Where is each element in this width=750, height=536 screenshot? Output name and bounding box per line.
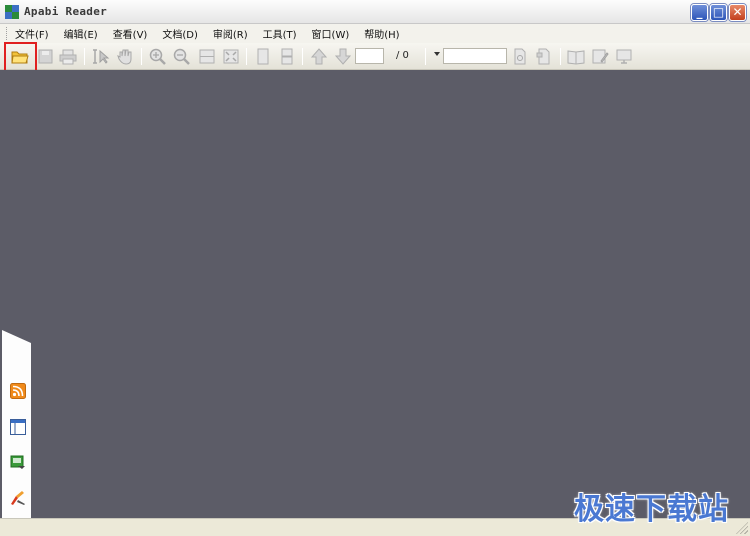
toolbar-separator — [246, 48, 247, 65]
close-button[interactable]: ✕ — [729, 4, 746, 21]
maximize-button[interactable]: □ — [710, 4, 727, 21]
close-icon: ✕ — [732, 5, 743, 19]
zoom-out-button[interactable] — [172, 47, 192, 66]
page-number-input[interactable] — [355, 48, 384, 64]
open-book-icon — [567, 50, 585, 65]
ebook-device-icon — [10, 455, 25, 469]
menu-window[interactable]: 窗口(W) — [312, 26, 350, 41]
watermark-logo: 极速下载站 — [574, 492, 729, 527]
find-page-icon — [514, 48, 526, 65]
toolbar-separator — [425, 48, 426, 65]
annotate-button[interactable] — [590, 47, 610, 66]
floppy-disk-icon — [38, 49, 53, 64]
single-page-button[interactable] — [253, 47, 273, 66]
rss-feed-button[interactable] — [10, 383, 26, 399]
toolbar: / 0 — [0, 43, 750, 70]
previous-page-button[interactable] — [309, 47, 329, 66]
continuous-page-icon — [281, 48, 293, 65]
zoom-in-icon — [149, 48, 166, 65]
menu-review[interactable]: 审阅(R) — [213, 26, 248, 41]
find-previous-button[interactable] — [534, 47, 554, 66]
zoom-out-icon — [173, 48, 190, 65]
window-layout-icon — [10, 419, 26, 435]
zoom-in-button[interactable] — [148, 47, 168, 66]
toolbar-separator — [84, 48, 85, 65]
reader-tool-button[interactable] — [10, 490, 26, 506]
zoom-level-input[interactable] — [443, 48, 507, 64]
minimize-icon: _ — [696, 5, 703, 19]
resize-grip-icon[interactable] — [736, 522, 748, 534]
side-panel — [2, 343, 31, 519]
find-next-button[interactable] — [510, 47, 530, 66]
save-button[interactable] — [36, 47, 56, 66]
menu-help[interactable]: 帮助(H) — [364, 26, 399, 41]
layout-panel-button[interactable] — [10, 419, 26, 435]
toolbar-separator — [560, 48, 561, 65]
monitor-icon — [616, 49, 632, 64]
menu-grip — [6, 27, 9, 40]
menu-tools[interactable]: 工具(T) — [263, 26, 297, 41]
continuous-page-button[interactable] — [277, 47, 297, 66]
arrow-down-icon — [334, 48, 352, 65]
menu-bar: 文件(F) 编辑(E) 查看(V) 文档(D) 审阅(R) 工具(T) 窗口(W… — [0, 24, 750, 43]
app-logo-icon — [5, 4, 19, 19]
find-page-back-icon — [536, 48, 550, 65]
hand-icon — [117, 49, 132, 65]
window-title: Apabi Reader — [24, 5, 108, 18]
text-cursor-icon — [93, 49, 110, 64]
print-button[interactable] — [58, 47, 78, 66]
toolbar-separator — [302, 48, 303, 65]
book-view-button[interactable] — [566, 47, 586, 66]
minimize-button[interactable]: _ — [691, 4, 708, 21]
menu-view[interactable]: 查看(V) — [113, 26, 148, 41]
fit-page-icon — [223, 49, 239, 64]
chevron-down-icon[interactable] — [434, 52, 440, 56]
maximize-icon: □ — [712, 5, 725, 19]
pen-tools-icon — [11, 491, 25, 505]
document-workspace — [0, 70, 750, 518]
note-edit-icon — [592, 49, 609, 64]
toolbar-separator — [141, 48, 142, 65]
hand-tool-button[interactable] — [115, 47, 135, 66]
fit-width-button[interactable] — [197, 47, 217, 66]
arrow-up-icon — [310, 48, 328, 65]
next-page-button[interactable] — [333, 47, 353, 66]
single-page-icon — [257, 48, 269, 65]
fit-page-button[interactable] — [221, 47, 241, 66]
menu-edit[interactable]: 编辑(E) — [64, 26, 98, 41]
fit-width-icon — [199, 49, 215, 64]
menu-file[interactable]: 文件(F) — [15, 26, 49, 41]
printer-icon — [59, 49, 77, 65]
page-total: / 0 — [396, 50, 409, 61]
rss-icon — [10, 383, 26, 399]
select-text-button[interactable] — [91, 47, 111, 66]
title-bar: Apabi Reader _ □ ✕ — [0, 0, 750, 24]
fullscreen-button[interactable] — [614, 47, 634, 66]
menu-document[interactable]: 文档(D) — [162, 26, 198, 41]
library-button[interactable] — [10, 454, 26, 470]
